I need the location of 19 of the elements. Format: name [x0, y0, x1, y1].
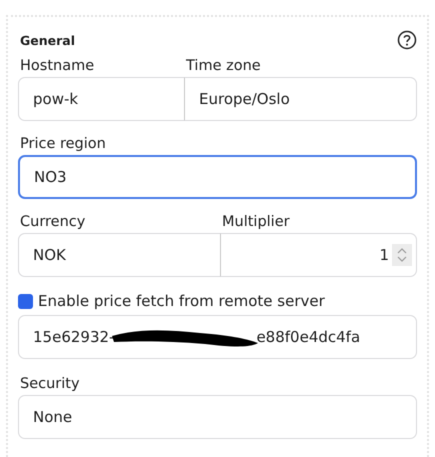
input-field[interactable]: NO3 — [18, 155, 417, 199]
input-field[interactable]: Europe/Oslo — [184, 77, 417, 121]
field-label: Price region — [20, 135, 107, 154]
field-label: Currency — [20, 213, 86, 232]
input-field[interactable]: 15e62932- e88f0e4dc4fa — [18, 315, 417, 359]
field-label: Hostname — [20, 57, 96, 76]
number-field[interactable]: 1 — [220, 233, 417, 277]
checkbox[interactable] — [18, 294, 33, 308]
key-text: e88f0e4dc4fa — [256, 328, 360, 346]
input-field[interactable]: pow-k — [18, 77, 184, 121]
input-field[interactable]: None — [18, 395, 417, 439]
field-label: Multiplier — [222, 213, 291, 232]
field-label: Security — [20, 376, 80, 392]
help-icon[interactable] — [397, 30, 417, 50]
field-label: Time zone — [186, 57, 262, 76]
input-field[interactable]: NOK — [18, 233, 220, 277]
checkbox-label: Enable price fetch from remote server — [38, 292, 325, 310]
key-text: 15e62932- — [33, 328, 114, 346]
section-title: General — [20, 32, 75, 48]
